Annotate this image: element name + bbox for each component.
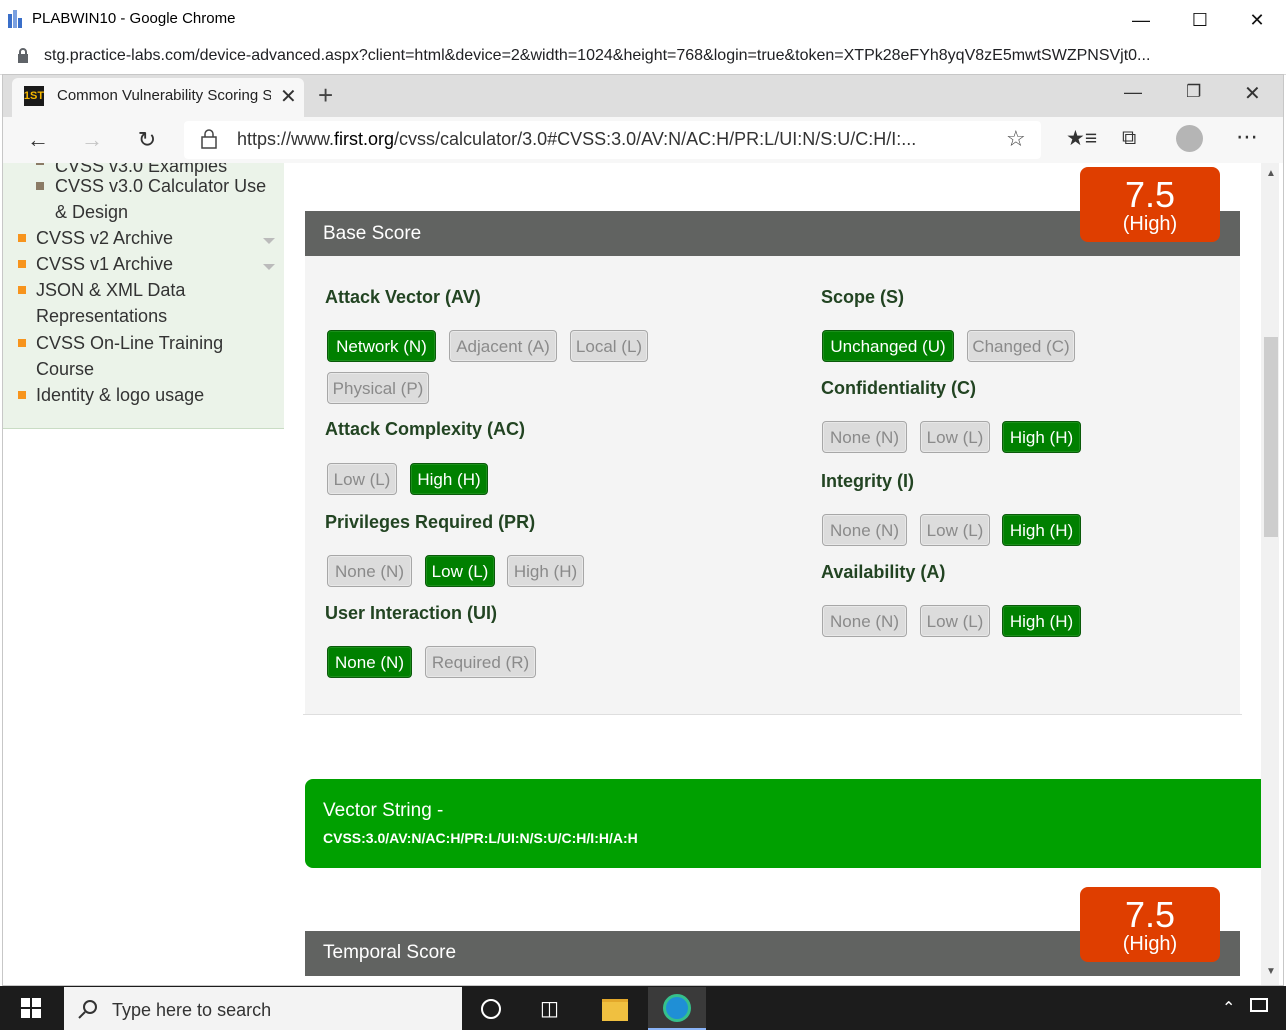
a-low-button[interactable]: Low (L) bbox=[920, 605, 990, 637]
inner-restore-button[interactable]: ❐ bbox=[1186, 82, 1201, 102]
tab-close-icon[interactable]: ✕ bbox=[280, 84, 297, 109]
windows-start-icon[interactable] bbox=[21, 998, 41, 1023]
v1-archive-expand-icon[interactable] bbox=[263, 264, 275, 270]
availability-title: Availability (A) bbox=[821, 562, 946, 582]
confidentiality-title: Confidentiality (C) bbox=[821, 378, 976, 398]
sidebar-item-online-training[interactable]: CVSS On-Line Training bbox=[36, 330, 223, 356]
attack-complexity-title: Attack Complexity (AC) bbox=[325, 419, 526, 439]
forward-arrow-icon[interactable]: → bbox=[74, 122, 110, 158]
user-interaction-title: User Interaction (UI) bbox=[325, 603, 498, 623]
scrollbar-thumb[interactable] bbox=[1264, 337, 1278, 537]
sidebar-item-course[interactable]: Course bbox=[36, 356, 94, 382]
c-low-button[interactable]: Low (L) bbox=[920, 421, 990, 453]
vector-string-label: Vector String - bbox=[323, 800, 444, 821]
padlock-icon[interactable] bbox=[201, 129, 217, 154]
lock-icon bbox=[17, 48, 29, 68]
base-score-badge: 7.5 (High) bbox=[1080, 167, 1220, 242]
ui-none-button[interactable]: None (N) bbox=[327, 646, 412, 678]
show-hidden-icons-chevron-icon[interactable]: ⌃ bbox=[1222, 998, 1235, 1018]
i-high-button[interactable]: High (H) bbox=[1002, 514, 1081, 546]
edge-taskbar-icon[interactable] bbox=[648, 987, 706, 1030]
profile-avatar[interactable] bbox=[1176, 125, 1203, 152]
cortana-icon[interactable] bbox=[481, 999, 501, 1019]
panel-divider bbox=[303, 714, 1242, 715]
scope-title: Scope (S) bbox=[821, 287, 905, 307]
sidebar-item-calculator-use[interactable]: CVSS v3.0 Calculator Use bbox=[55, 173, 266, 199]
inner-minimize-button[interactable]: — bbox=[1124, 82, 1142, 103]
vector-string-box bbox=[305, 779, 1261, 868]
more-menu-icon[interactable]: ⋯ bbox=[1236, 124, 1258, 150]
temporal-score-badge: 7.5 (High) bbox=[1080, 887, 1220, 962]
i-low-button[interactable]: Low (L) bbox=[920, 514, 990, 546]
file-explorer-icon[interactable] bbox=[602, 999, 628, 1021]
sidebar-item-calculator-design[interactable]: & Design bbox=[55, 199, 128, 225]
tab-title: Common Vulnerability Scoring S bbox=[57, 87, 271, 104]
chrome-app-icon bbox=[8, 10, 22, 28]
new-tab-button[interactable]: + bbox=[318, 80, 333, 111]
outer-window-title: PLABWIN10 - Google Chrome bbox=[32, 10, 236, 27]
v2-archive-expand-icon[interactable] bbox=[263, 238, 275, 244]
a-high-button[interactable]: High (H) bbox=[1002, 605, 1081, 637]
sidebar-item-v2-archive[interactable]: CVSS v2 Archive bbox=[36, 225, 173, 251]
sidebar-item-v1-archive[interactable]: CVSS v1 Archive bbox=[36, 251, 173, 277]
favorites-icon[interactable]: ★≡ bbox=[1066, 126, 1097, 151]
sidebar-nav: CVSS v3.0 Examples CVSS v3.0 Calculator … bbox=[3, 163, 284, 429]
pr-high-button[interactable]: High (H) bbox=[507, 555, 584, 587]
temporal-score-severity: (High) bbox=[1122, 933, 1178, 955]
av-network-button[interactable]: Network (N) bbox=[327, 330, 436, 362]
url-prefix: https://www. bbox=[237, 129, 335, 149]
av-physical-button[interactable]: Physical (P) bbox=[327, 372, 429, 404]
collections-icon[interactable]: ⧉ bbox=[1122, 127, 1136, 150]
task-view-icon[interactable]: ◫ bbox=[540, 996, 559, 1021]
s-unchanged-button[interactable]: Unchanged (U) bbox=[822, 330, 954, 362]
vector-string-value[interactable]: CVSS:3.0/AV:N/AC:H/PR:L/UI:N/S:U/C:H/I:H… bbox=[323, 830, 638, 846]
maximize-button[interactable]: ☐ bbox=[1177, 6, 1223, 34]
favorite-star-icon[interactable]: ☆ bbox=[1006, 126, 1026, 152]
minimize-button[interactable]: — bbox=[1118, 6, 1164, 34]
url-path: /cvss/calculator/3.0#CVSS:3.0/AV:N/AC:H/… bbox=[394, 129, 917, 149]
integrity-title: Integrity (I) bbox=[821, 471, 914, 491]
temporal-score-value: 7.5 bbox=[1124, 894, 1176, 935]
url-host: first.org bbox=[334, 129, 395, 149]
sidebar-item-identity-logo[interactable]: Identity & logo usage bbox=[36, 382, 204, 408]
attack-vector-title: Attack Vector (AV) bbox=[325, 287, 481, 307]
av-local-button[interactable]: Local (L) bbox=[570, 330, 648, 362]
ac-high-button[interactable]: High (H) bbox=[410, 463, 488, 495]
base-score-severity: (High) bbox=[1122, 213, 1178, 235]
url-text[interactable]: https://www.first.org/cvss/calculator/3.… bbox=[237, 129, 982, 150]
base-score-title: Base Score bbox=[323, 223, 422, 244]
network-icon[interactable] bbox=[1250, 998, 1268, 1012]
scroll-up-arrow-icon[interactable]: ▲ bbox=[1266, 168, 1276, 179]
back-arrow-icon[interactable]: ← bbox=[20, 122, 56, 158]
scroll-down-arrow-icon[interactable]: ▼ bbox=[1266, 966, 1276, 977]
inner-close-button[interactable]: ✕ bbox=[1244, 81, 1261, 106]
av-adjacent-button[interactable]: Adjacent (A) bbox=[449, 330, 557, 362]
page-scrollbar[interactable] bbox=[1261, 163, 1279, 985]
c-none-button[interactable]: None (N) bbox=[822, 421, 907, 453]
first-org-favicon-icon: 1ST bbox=[24, 86, 44, 106]
outer-url-text[interactable]: stg.practice-labs.com/device-advanced.as… bbox=[44, 47, 1150, 65]
refresh-icon[interactable]: ↻ bbox=[129, 122, 165, 158]
temporal-score-title: Temporal Score bbox=[323, 942, 457, 963]
sidebar-item-representations[interactable]: Representations bbox=[36, 303, 167, 329]
ui-required-button[interactable]: Required (R) bbox=[425, 646, 536, 678]
i-none-button[interactable]: None (N) bbox=[822, 514, 907, 546]
s-changed-button[interactable]: Changed (C) bbox=[967, 330, 1075, 362]
c-high-button[interactable]: High (H) bbox=[1002, 421, 1081, 453]
pr-low-button[interactable]: Low (L) bbox=[425, 555, 495, 587]
taskbar-search-placeholder: Type here to search bbox=[112, 1000, 272, 1020]
privileges-required-title: Privileges Required (PR) bbox=[325, 512, 536, 532]
sidebar-item-json-xml[interactable]: JSON & XML Data bbox=[36, 277, 185, 303]
close-button[interactable]: ✕ bbox=[1234, 6, 1280, 34]
pr-none-button[interactable]: None (N) bbox=[327, 555, 412, 587]
base-score-value: 7.5 bbox=[1124, 174, 1176, 215]
ac-low-button[interactable]: Low (L) bbox=[327, 463, 397, 495]
a-none-button[interactable]: None (N) bbox=[822, 605, 907, 637]
search-icon bbox=[78, 999, 98, 1024]
